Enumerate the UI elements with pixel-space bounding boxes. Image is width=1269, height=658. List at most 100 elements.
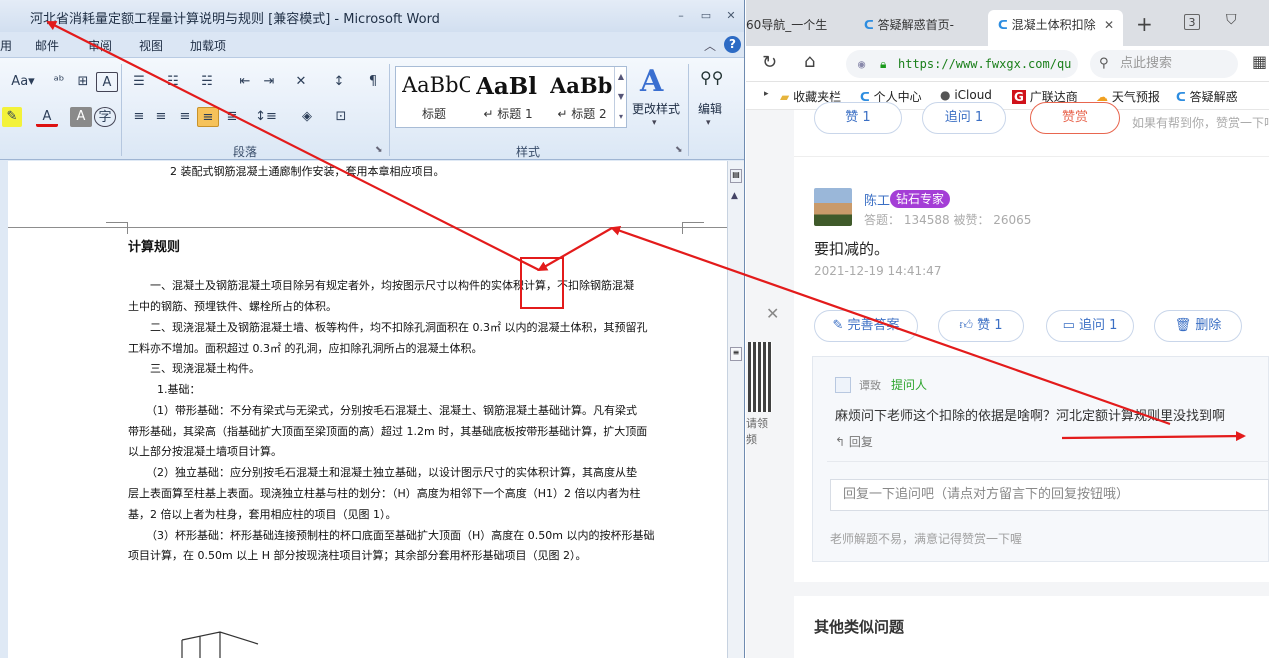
ribbon-tab-cut[interactable]: 用 bbox=[0, 37, 12, 54]
reply-link-label: 回复 bbox=[848, 435, 873, 449]
editing-dropdown-icon[interactable]: ▾ bbox=[706, 118, 711, 128]
help-icon[interactable]: ? bbox=[724, 36, 741, 53]
numbering-icon[interactable]: ☷ bbox=[162, 72, 184, 92]
asker-name[interactable]: 谭致 bbox=[859, 377, 881, 393]
browser-tab[interactable]: 60导航_一个生 bbox=[746, 10, 846, 46]
shirt-skin-icon[interactable]: ⛉ bbox=[1226, 12, 1237, 28]
style-name: ↵ 标题 1 bbox=[483, 107, 533, 121]
ribbon-tab-review[interactable]: 审阅 bbox=[88, 37, 112, 54]
styles-dialog-launcher-icon[interactable]: ⬊ bbox=[675, 145, 683, 155]
doc-line: 项目计算，在 0.50m 以上 H 部分按现浇柱项目计算；其余部分套用杯形基础项… bbox=[128, 549, 587, 562]
reply-input[interactable]: 回复一下追问吧（请点对方留言下的回复按钮哦） bbox=[830, 479, 1269, 511]
minimize-button[interactable]: – bbox=[672, 8, 690, 24]
answer-followup-label: 追问 1 bbox=[1079, 318, 1118, 333]
sort-icon[interactable]: ↕ bbox=[328, 72, 350, 92]
style-card-heading-2[interactable]: AaBb ↵ 标题 2 bbox=[546, 69, 618, 127]
doc-line: 工料亦不增加。面积超过 0.3㎡ 的孔洞，应扣除孔洞所占的混凝土体积。 bbox=[128, 342, 483, 355]
justify-icon[interactable]: ≡ bbox=[197, 107, 219, 127]
borders-icon[interactable]: ⊡ bbox=[330, 107, 352, 127]
show-marks-icon[interactable]: ¶ bbox=[362, 72, 384, 92]
reload-icon[interactable]: ↻ bbox=[762, 52, 777, 73]
search-box[interactable]: ⚲ 点此搜索 bbox=[1090, 50, 1238, 78]
character-border-icon[interactable]: ⊞ bbox=[72, 72, 94, 92]
apple-icon: ● bbox=[940, 88, 951, 102]
scroll-thumb[interactable]: ≡ bbox=[730, 347, 742, 361]
doc-line: 基，2 倍以上者为柱身，套用相应柱的项目（见图 1）。 bbox=[128, 508, 397, 521]
change-styles-dropdown-icon[interactable]: ▾ bbox=[652, 118, 657, 128]
chinese-layout-icon[interactable]: ✕ bbox=[290, 72, 312, 92]
align-right-icon[interactable]: ≡ bbox=[174, 107, 196, 127]
increase-indent-icon[interactable]: ⇥ bbox=[258, 72, 280, 92]
font-color-icon[interactable]: A bbox=[36, 107, 58, 127]
enclose-characters-icon[interactable]: 字 bbox=[94, 107, 116, 127]
binoculars-icon[interactable]: ⚲⚲ bbox=[700, 68, 723, 87]
restore-button[interactable]: ▭ bbox=[697, 8, 715, 24]
decrease-indent-icon[interactable]: ⇤ bbox=[234, 72, 256, 92]
asker-avatar bbox=[835, 377, 851, 393]
top-followup-button[interactable]: 追问 1 bbox=[922, 102, 1006, 134]
style-card-title[interactable]: AaBbC 标题 bbox=[398, 69, 470, 127]
screen: 河北省消耗量定额工程量计算说明与规则 [兼容模式] - Microsoft Wo… bbox=[0, 0, 1269, 658]
bookmark-item[interactable]: ● iCloud bbox=[940, 88, 992, 102]
tab-title: 60导航_一个生 bbox=[746, 18, 828, 32]
avatar[interactable] bbox=[814, 188, 852, 226]
doc-line: 层上表面算至柱基上表面。现浇独立柱基与柱的划分：（H）高度为相邻下一个高度（H1… bbox=[128, 487, 641, 500]
ribbon-tab-view[interactable]: 视图 bbox=[139, 37, 163, 54]
document-vertical-scrollbar[interactable]: ▤ ▲ ≡ bbox=[727, 161, 744, 658]
tab-count-badge[interactable]: 3 bbox=[1184, 14, 1200, 30]
url-text: https://www.fwxgx.com/qu bbox=[898, 57, 1072, 71]
style-card-heading-1[interactable]: AaBl ↵ 标题 1 bbox=[472, 69, 544, 127]
ribbon-separator bbox=[389, 64, 390, 156]
text-box-a-icon[interactable]: A bbox=[96, 72, 118, 92]
bookmark-item[interactable]: ᑕ 答疑解惑 bbox=[1176, 88, 1238, 105]
ruler-toggle-icon[interactable]: ▤ bbox=[730, 169, 742, 183]
top-like-button[interactable]: 赞 1 bbox=[814, 102, 902, 134]
glodon-logo-icon: G bbox=[1012, 90, 1026, 104]
answer-like-button[interactable]: 👍︎ 赞 1 bbox=[938, 310, 1024, 342]
reply-arrow-icon: ↰ bbox=[835, 435, 846, 449]
bullets-icon[interactable]: ☰ bbox=[128, 72, 150, 92]
ribbon-tab-mailings[interactable]: 邮件 bbox=[35, 37, 59, 54]
tab-close-icon[interactable]: ✕ bbox=[1104, 18, 1114, 32]
qr-caption: 请领 频 bbox=[746, 417, 768, 446]
qr-side-panel: ✕ 请领 频 bbox=[746, 110, 792, 658]
delete-button[interactable]: 🗑︎ 删除 bbox=[1154, 310, 1242, 342]
distributed-icon[interactable]: ≣ bbox=[221, 107, 243, 127]
search-placeholder: 点此搜索 bbox=[1120, 56, 1173, 71]
browser-window: 60导航_一个生 ᑕ 答疑解惑首页- ᑕ 混凝土体积扣除 ✕ + 3 ⛉ ↻ ⌂… bbox=[746, 0, 1269, 658]
site-favicon-icon: ᑕ bbox=[1176, 90, 1186, 104]
answerer-name[interactable]: 陈工 bbox=[864, 190, 890, 209]
address-bar[interactable]: ◉ 🔒︎ https://www.fwxgx.com/qu bbox=[846, 50, 1078, 78]
ribbon-tab-addins[interactable]: 加载项 bbox=[190, 37, 226, 54]
phonetic-guide-icon[interactable]: ᵃᵇ bbox=[48, 72, 70, 92]
paragraph-dialog-launcher-icon[interactable]: ⬊ bbox=[375, 145, 383, 155]
editing-label[interactable]: 编辑 bbox=[698, 100, 722, 117]
improve-answer-button[interactable]: ✎ 完善答案 bbox=[814, 310, 918, 342]
apps-grid-icon[interactable]: ▦ bbox=[1252, 52, 1267, 71]
font-size-grow-icon[interactable]: Aa▾ bbox=[6, 72, 40, 92]
highlight-color-icon[interactable]: ✎ bbox=[2, 107, 22, 127]
new-tab-button[interactable]: + bbox=[1136, 12, 1153, 36]
qr-code-icon[interactable] bbox=[748, 342, 772, 412]
align-left-icon[interactable]: ≡ bbox=[128, 107, 150, 127]
shading-icon[interactable]: ◈ bbox=[296, 107, 318, 127]
qr-close-icon[interactable]: ✕ bbox=[766, 304, 779, 323]
character-shading-icon[interactable]: A bbox=[70, 107, 92, 127]
browser-tab[interactable]: ᑕ 答疑解惑首页- bbox=[858, 10, 982, 46]
reward-button[interactable]: 赞赏 bbox=[1030, 102, 1120, 134]
close-button[interactable]: ✕ bbox=[722, 8, 740, 24]
style-sample: AaBbC bbox=[402, 73, 470, 97]
home-icon[interactable]: ⌂ bbox=[804, 51, 815, 72]
ribbon-collapse-icon[interactable]: ︿ bbox=[704, 37, 716, 54]
scroll-up-icon[interactable]: ▲ bbox=[731, 191, 738, 201]
browser-tab-active[interactable]: ᑕ 混凝土体积扣除 ✕ bbox=[988, 10, 1123, 46]
answer-followup-button[interactable]: ▭ 追问 1 bbox=[1046, 310, 1134, 342]
align-center-icon[interactable]: ≡ bbox=[150, 107, 172, 127]
line-spacing-icon[interactable]: ↕≡ bbox=[255, 107, 277, 127]
change-styles-label[interactable]: 更改样式 bbox=[632, 100, 680, 117]
change-styles-icon[interactable]: A bbox=[640, 64, 663, 99]
multilevel-list-icon[interactable]: ☵ bbox=[196, 72, 218, 92]
reply-link[interactable]: ↰ 回复 bbox=[835, 433, 873, 450]
gallery-scroll-icon[interactable]: ▲ ▼ ▾ bbox=[614, 67, 627, 127]
bookmarks-overflow-icon[interactable]: ▸ bbox=[764, 89, 769, 99]
